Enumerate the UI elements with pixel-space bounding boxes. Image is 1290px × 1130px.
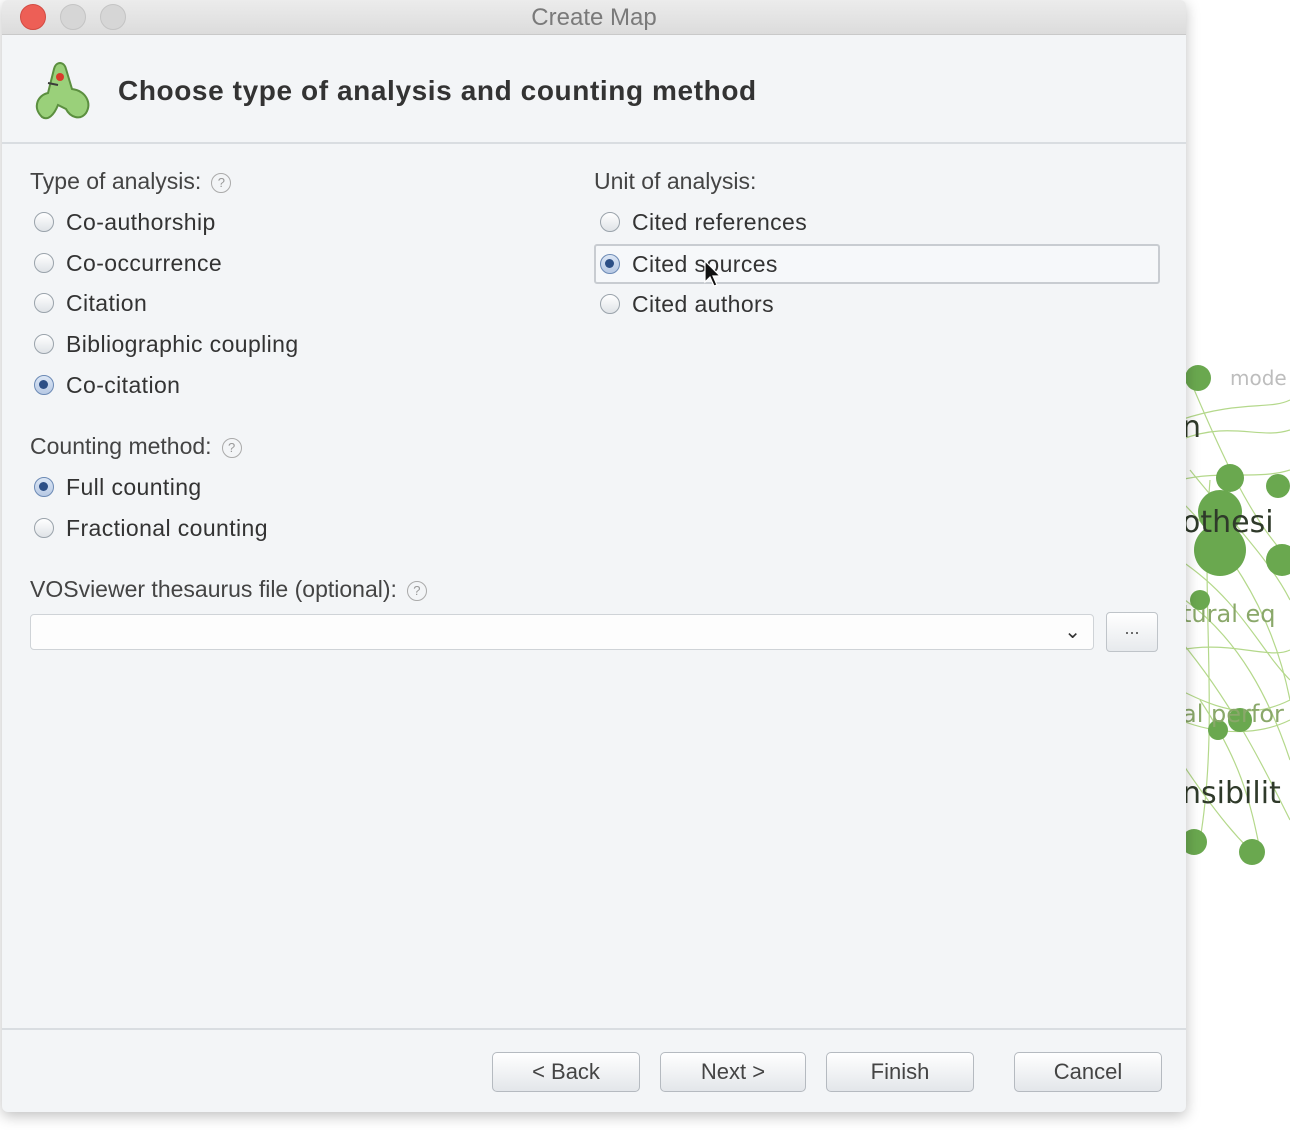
radio-button[interactable] (600, 212, 620, 232)
page-title: Choose type of analysis and counting met… (118, 75, 757, 106)
radio-citation[interactable]: Citation (34, 286, 147, 320)
radio-cited-authors[interactable]: Cited authors (600, 287, 774, 321)
radio-co-authorship[interactable]: Co-authorship (34, 205, 216, 239)
thesaurus-file-combobox[interactable]: ⌄ (30, 614, 1094, 650)
radio-fractional-counting[interactable]: Fractional counting (34, 511, 268, 545)
cancel-button[interactable]: Cancel (1014, 1052, 1162, 1092)
background-label: al perfor (1182, 700, 1284, 728)
type-of-analysis-label: Type of analysis:? (30, 168, 232, 195)
radio-label: Cited authors (632, 290, 774, 317)
radio-co-citation[interactable]: Co-citation (34, 368, 180, 402)
radio-button[interactable] (600, 294, 620, 314)
vosviewer-logo-icon (35, 62, 90, 120)
radio-label: Cited references (632, 208, 808, 235)
background-label: mode (1230, 366, 1287, 390)
background-label: othesi (1182, 505, 1274, 540)
radio-button[interactable] (34, 253, 54, 273)
radio-cited-references[interactable]: Cited references (600, 205, 807, 239)
title-bar: Create Map (2, 0, 1186, 35)
thesaurus-file-label: VOSviewer thesaurus file (optional):? (30, 576, 427, 603)
radio-label: Citation (66, 289, 148, 316)
finish-button[interactable]: Finish (826, 1052, 974, 1092)
radio-label: Co-occurrence (66, 249, 223, 276)
counting-method-label: Counting method:? (30, 433, 242, 460)
background-network-visualization: mode n othesi tural eq al perfor nsibili… (1180, 0, 1290, 1130)
radio-button-selected[interactable] (34, 477, 54, 497)
unit-of-analysis-label: Unit of analysis: (594, 168, 757, 194)
radio-button[interactable] (34, 518, 54, 538)
radio-button[interactable] (34, 334, 54, 354)
radio-button[interactable] (34, 293, 54, 313)
radio-button-selected[interactable] (600, 254, 620, 274)
create-map-dialog: Create Map Choose type of analysis and c… (2, 0, 1186, 1112)
help-icon[interactable]: ? (221, 437, 242, 458)
radio-button-selected[interactable] (34, 375, 54, 395)
radio-label: Bibliographic coupling (66, 330, 299, 357)
background-label: nsibilit (1182, 776, 1281, 811)
help-icon[interactable]: ? (406, 580, 427, 601)
radio-label: Full counting (66, 473, 202, 500)
background-label: tural eq (1182, 600, 1276, 628)
footer-divider (2, 1028, 1186, 1030)
radio-cited-sources[interactable]: Cited sources (594, 244, 1160, 284)
back-button[interactable]: < Back (492, 1052, 640, 1092)
radio-label: Fractional counting (66, 514, 268, 541)
next-button[interactable]: Next > (660, 1052, 806, 1092)
radio-label: Co-authorship (66, 208, 216, 235)
radio-button[interactable] (34, 212, 54, 232)
dialog-header: Choose type of analysis and counting met… (2, 35, 1186, 144)
network-graph (1180, 365, 1290, 865)
mouse-cursor-icon (704, 260, 722, 287)
radio-label: Co-citation (66, 371, 181, 398)
radio-co-occurrence[interactable]: Co-occurrence (34, 246, 222, 280)
help-icon[interactable]: ? (211, 172, 232, 193)
window-title: Create Map (531, 4, 657, 31)
radio-full-counting[interactable]: Full counting (34, 470, 202, 504)
browse-file-button[interactable]: ... (1106, 612, 1158, 652)
chevron-down-icon[interactable]: ⌄ (1064, 619, 1081, 644)
radio-bibliographic-coupling[interactable]: Bibliographic coupling (34, 327, 299, 361)
